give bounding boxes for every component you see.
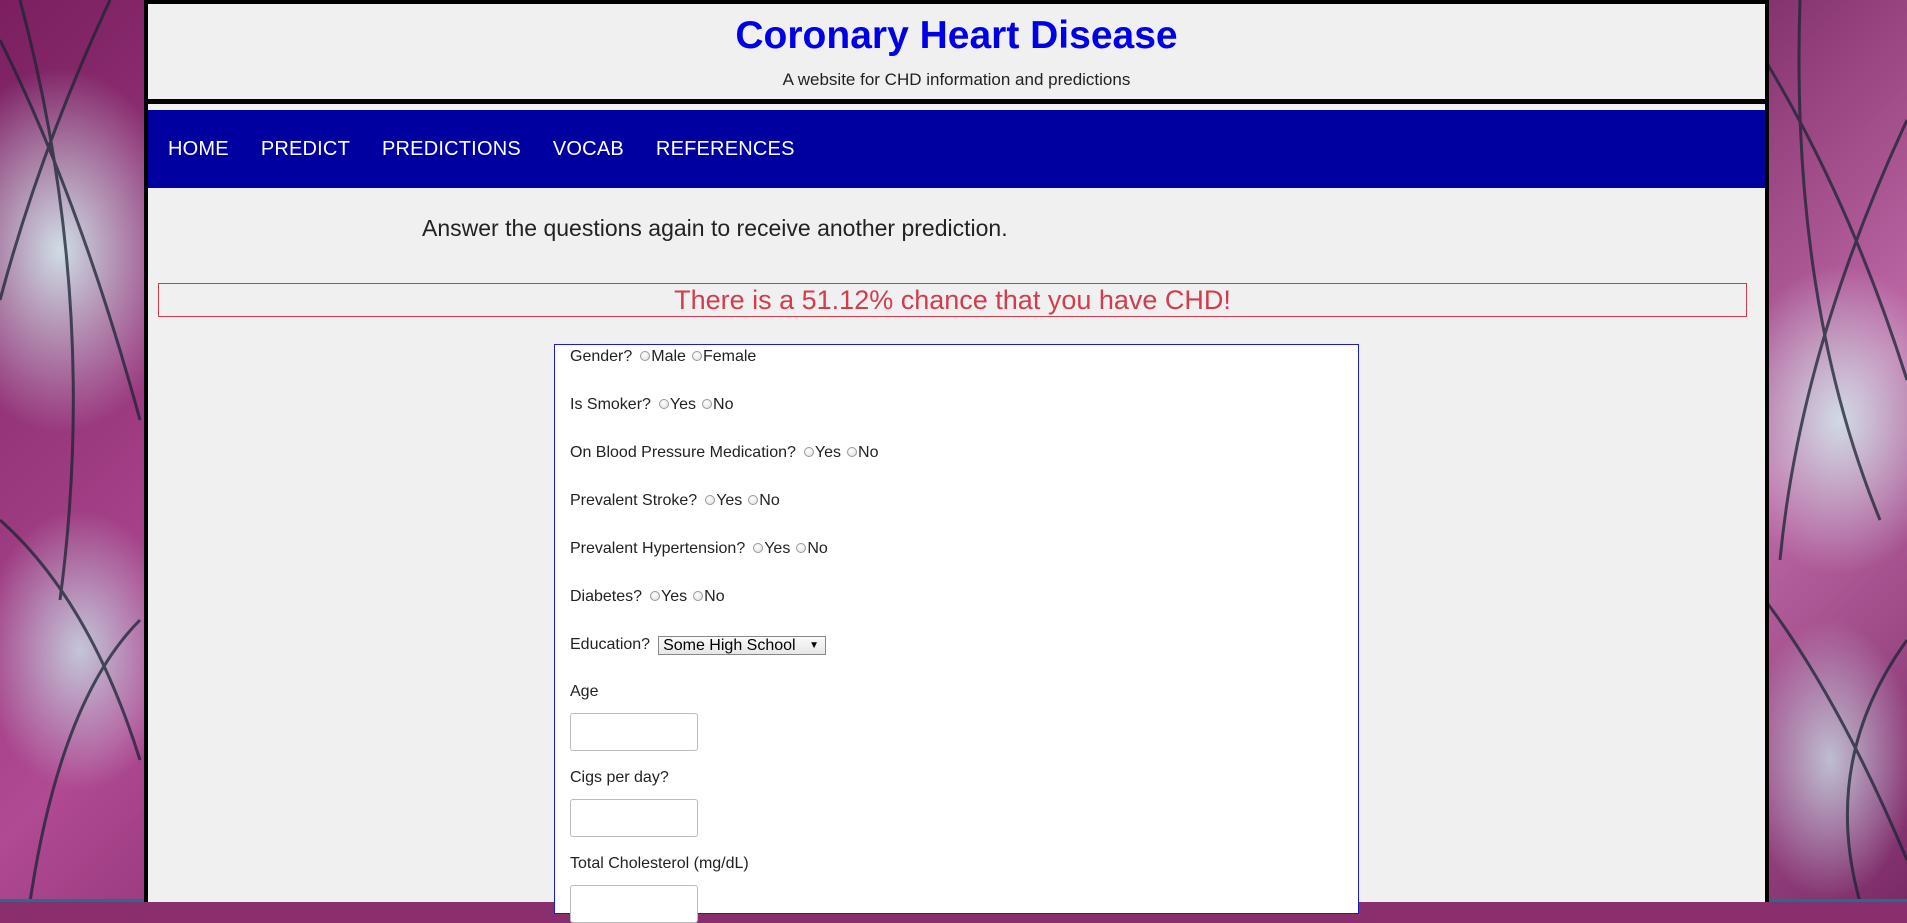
intro-text: Answer the questions again to receive an… [422,215,1008,241]
nav-home[interactable]: HOME [168,138,229,161]
stroke-no-radio[interactable] [748,495,759,505]
diabetes-question: Diabetes? Yes No [570,587,727,607]
nav-bar: HOME PREDICT PREDICTIONS VOCAB REFERENCE… [148,110,1765,188]
stroke-yes-label: Yes [716,492,743,509]
age-label: Age [570,683,599,700]
page-container: Coronary Heart Disease A website for CHD… [144,0,1769,923]
gender-label: Gender? [570,348,633,365]
bp-meds-yes-radio[interactable] [803,447,814,457]
smoker-yes-radio[interactable] [658,399,669,409]
nav-references[interactable]: REFERENCES [656,138,795,161]
cholesterol-label: Total Cholesterol (mg/dL) [570,855,749,872]
nav-vocab[interactable]: VOCAB [553,138,624,161]
gender-male-radio[interactable] [640,351,651,361]
hypertension-yes-label: Yes [764,540,791,557]
bp-meds-no-label: No [858,444,879,461]
smoker-label: Is Smoker? [570,396,651,413]
smoker-yes-label: Yes [669,396,697,413]
cholesterol-input[interactable] [570,885,698,923]
chevron-down-icon: ▼ [809,639,820,651]
bp-meds-question: On Blood Pressure Medication? Yes No [570,443,880,463]
age-input[interactable] [570,713,698,751]
bp-meds-label: On Blood Pressure Medication? [570,444,796,461]
stroke-label: Prevalent Stroke? [570,492,698,509]
education-label: Education? [570,636,651,653]
hypertension-question: Prevalent Hypertension? Yes No [570,539,830,559]
diabetes-yes-radio[interactable] [650,591,661,601]
diabetes-label: Diabetes? [570,588,643,605]
hypertension-no-label: No [807,540,828,557]
smoker-no-label: No [713,396,734,413]
education-question: Education? Some High School ▼ [570,635,827,655]
stroke-no-label: No [759,492,780,509]
hypertension-label: Prevalent Hypertension? [570,540,746,557]
stroke-question: Prevalent Stroke? Yes No [570,491,782,511]
bp-meds-no-radio[interactable] [847,447,858,457]
gender-female-label: Female [702,348,757,365]
cigs-label: Cigs per day? [570,769,669,786]
smoker-question: Is Smoker? Yes No [570,395,735,415]
diabetes-no-radio[interactable] [693,591,704,601]
bp-meds-yes-label: Yes [814,444,842,461]
gender-male-label: Male [651,348,686,365]
cigs-input[interactable] [570,799,698,837]
gender-question: Gender? Male Female [570,347,758,367]
nav-predictions[interactable]: PREDICTIONS [382,138,521,161]
education-selected-value: Some High School [663,636,796,654]
gender-female-radio[interactable] [691,351,702,361]
diabetes-no-label: No [704,588,725,605]
site-header: Coronary Heart Disease A website for CHD… [148,0,1765,104]
hypertension-yes-radio[interactable] [753,543,764,553]
diabetes-yes-label: Yes [661,588,688,605]
prediction-result: There is a 51.12% chance that you have C… [158,283,1747,317]
education-select[interactable]: Some High School ▼ [658,635,827,655]
smoker-no-radio[interactable] [702,399,713,409]
site-title: Coronary Heart Disease [735,14,1178,57]
hypertension-no-radio[interactable] [796,543,807,553]
stroke-yes-radio[interactable] [705,495,716,505]
nav-predict[interactable]: PREDICT [261,138,350,161]
site-subtitle: A website for CHD information and predic… [782,70,1131,89]
prediction-form: Gender? Male Female Is Smoker? Yes No On… [554,344,1359,923]
